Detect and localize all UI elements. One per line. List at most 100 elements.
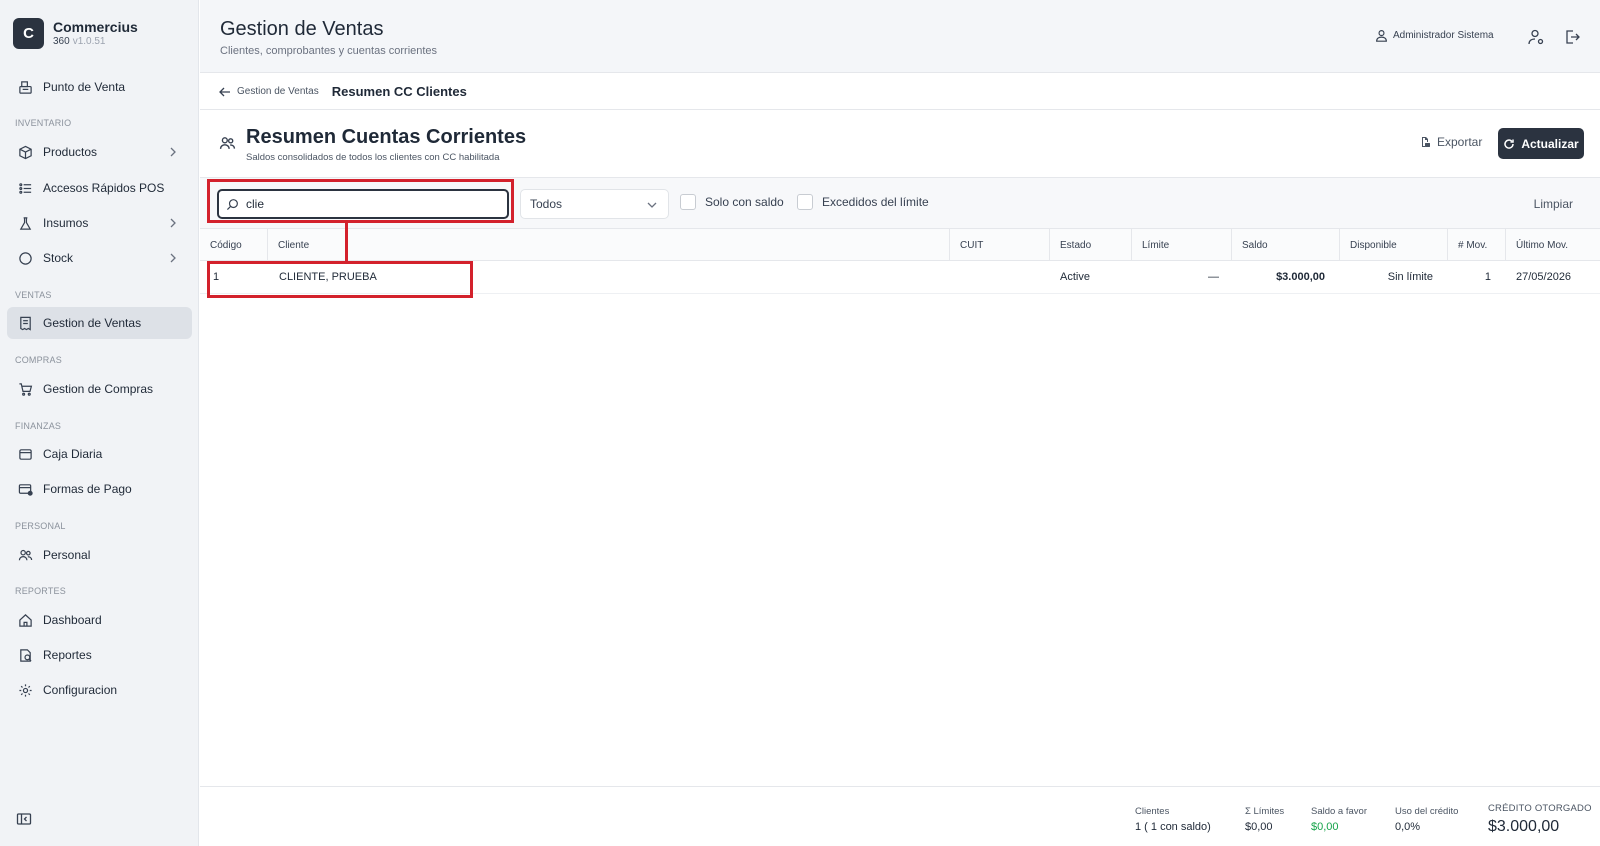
sidebar-item-label: Stock <box>43 251 74 265</box>
user-icon <box>1376 30 1387 42</box>
cell-disponible: Sin límite <box>1387 271 1433 283</box>
brand-name: Commercius <box>53 19 138 35</box>
export-button[interactable]: Exportar <box>1419 135 1482 149</box>
breadcrumb-back-link[interactable]: Gestion de Ventas <box>218 85 319 99</box>
sidebar-item-label: Gestion de Ventas <box>43 316 142 330</box>
circle-icon <box>17 250 33 266</box>
only-balance-checkbox[interactable]: Solo con saldo <box>680 194 784 210</box>
column-header-codigo[interactable]: Código <box>200 229 267 261</box>
section-label-ventas: VENTAS <box>15 290 52 300</box>
sidebar-item-label: Punto de Venta <box>43 80 126 94</box>
credit-card-icon <box>17 481 33 497</box>
status-select-value: Todos <box>530 197 563 211</box>
sidebar-item-caja-diaria[interactable]: Caja Diaria <box>7 438 192 470</box>
user-menu[interactable]: Administrador Sistema <box>1375 29 1494 42</box>
highlight-connector <box>345 223 348 263</box>
gear-icon <box>17 682 33 698</box>
column-header-limite[interactable]: Límite <box>1131 229 1231 261</box>
section-label-reportes: REPORTES <box>15 586 66 596</box>
home-icon <box>17 612 33 628</box>
exceeded-limit-checkbox[interactable]: Excedidos del límite <box>797 194 929 210</box>
receipt-icon <box>17 315 33 331</box>
sidebar-item-label: Formas de Pago <box>43 482 132 496</box>
column-header-cliente[interactable]: Cliente <box>267 229 949 261</box>
column-header-saldo[interactable]: Saldo <box>1231 229 1339 261</box>
breadcrumb: Gestion de Ventas Resumen CC Clientes <box>200 74 1600 110</box>
sidebar-item-formas-de-pago[interactable]: Formas de Pago <box>7 473 192 505</box>
wallet-icon <box>17 446 33 462</box>
exceeded-limit-label: Excedidos del límite <box>822 195 929 209</box>
column-header-cuit[interactable]: CUIT <box>949 229 1049 261</box>
sidebar-item-label: Caja Diaria <box>43 447 103 461</box>
sidebar-item-accesos-rapidos[interactable]: Accesos Rápidos POS <box>7 172 192 204</box>
cell-movimientos: 1 <box>1484 271 1491 283</box>
chevron-right-icon <box>170 147 176 157</box>
highlight-search-box <box>207 179 514 223</box>
box-icon <box>17 144 33 160</box>
header-title: Gestion de Ventas <box>220 18 384 40</box>
section-label-inventario: INVENTARIO <box>15 118 72 128</box>
sidebar-item-stock[interactable]: Stock <box>7 242 192 274</box>
cell-ultimo-mov: 27/05/2026 <box>1516 271 1572 283</box>
brand-product: 360 <box>53 36 70 47</box>
flask-icon <box>17 215 33 231</box>
table-header: Código Cliente CUIT Estado Límite Saldo … <box>200 229 1600 261</box>
user-settings-icon[interactable] <box>1527 28 1545 46</box>
sidebar-item-gestion-de-ventas[interactable]: Gestion de Ventas <box>7 307 192 339</box>
brand-logo: C <box>13 18 44 49</box>
sidebar-item-dashboard[interactable]: Dashboard <box>7 604 192 636</box>
summary-footer: Clientes 1 ( 1 con saldo) Σ Límites $0,0… <box>200 786 1600 846</box>
sidebar-item-personal[interactable]: Personal <box>7 539 192 571</box>
page-header: Gestion de Ventas Clientes, comprobantes… <box>200 0 1600 73</box>
cell-saldo: $3.000,00 <box>1276 271 1325 283</box>
cell-estado: Active <box>1060 271 1090 283</box>
sidebar-item-label: Configuracion <box>43 683 118 697</box>
sidebar-item-insumos[interactable]: Insumos <box>7 207 192 239</box>
users-icon <box>219 137 236 149</box>
file-export-icon <box>1422 137 1430 147</box>
section-label-finanzas: FINANZAS <box>15 421 62 431</box>
sidebar-item-label: Dashboard <box>43 613 102 627</box>
stat-saldo-favor: Saldo a favor $0,00 <box>1311 806 1367 833</box>
sidebar-item-label: Personal <box>43 548 91 562</box>
stat-limites: Σ Límites $0,00 <box>1245 806 1285 833</box>
clear-filters-button[interactable]: Limpiar <box>1534 197 1573 211</box>
brand-version: v1.0.51 <box>72 36 106 47</box>
sidebar-item-label: Insumos <box>43 216 89 230</box>
logout-icon[interactable] <box>1563 28 1581 46</box>
header-subtitle: Clientes, comprobantes y cuentas corrien… <box>220 45 438 57</box>
user-name: Administrador Sistema <box>1393 30 1494 41</box>
column-header-estado[interactable]: Estado <box>1049 229 1131 261</box>
sidebar-item-label: Productos <box>43 145 98 159</box>
sidebar-item-productos[interactable]: Productos <box>7 136 192 168</box>
sidebar-collapse-icon[interactable] <box>16 811 32 827</box>
breadcrumb-current: Resumen CC Clientes <box>331 84 467 99</box>
sidebar-item-gestion-de-compras[interactable]: Gestion de Compras <box>7 373 192 405</box>
refresh-icon <box>1504 138 1515 149</box>
column-header-ultimo-mov[interactable]: Último Mov. <box>1505 229 1600 261</box>
section-label-compras: COMPRAS <box>15 355 62 365</box>
sidebar-item-label: Reportes <box>43 648 92 662</box>
cell-limite: — <box>1208 271 1219 283</box>
chevron-right-icon <box>170 253 176 263</box>
sidebar: C Commercius 360 v1.0.51 Punto de Venta I… <box>0 0 199 846</box>
sidebar-item-configuracion[interactable]: Configuracion <box>7 674 192 706</box>
report-icon <box>17 647 33 663</box>
breadcrumb-parent: Gestion de Ventas <box>237 86 319 97</box>
brand[interactable]: C Commercius 360 v1.0.51 <box>13 18 138 49</box>
status-select[interactable]: Todos <box>520 189 669 219</box>
page-subtitle: Saldos consolidados de todos los cliente… <box>246 152 500 163</box>
stat-uso-credito: Uso del crédito 0,0% <box>1395 806 1459 833</box>
cart-icon <box>17 381 33 397</box>
update-button[interactable]: Actualizar <box>1498 128 1584 159</box>
sidebar-item-reportes[interactable]: Reportes <box>7 639 192 671</box>
stat-clientes: Clientes 1 ( 1 con saldo) <box>1135 806 1211 833</box>
column-header-movimientos[interactable]: # Mov. <box>1447 229 1505 261</box>
sidebar-item-punto-de-venta[interactable]: Punto de Venta <box>7 71 192 103</box>
page-title: Resumen Cuentas Corrientes <box>246 126 527 148</box>
list-icon <box>17 180 33 196</box>
section-label-personal: PERSONAL <box>15 521 66 531</box>
highlight-result-row <box>207 261 473 298</box>
cash-register-icon <box>17 79 33 95</box>
column-header-disponible[interactable]: Disponible <box>1339 229 1447 261</box>
